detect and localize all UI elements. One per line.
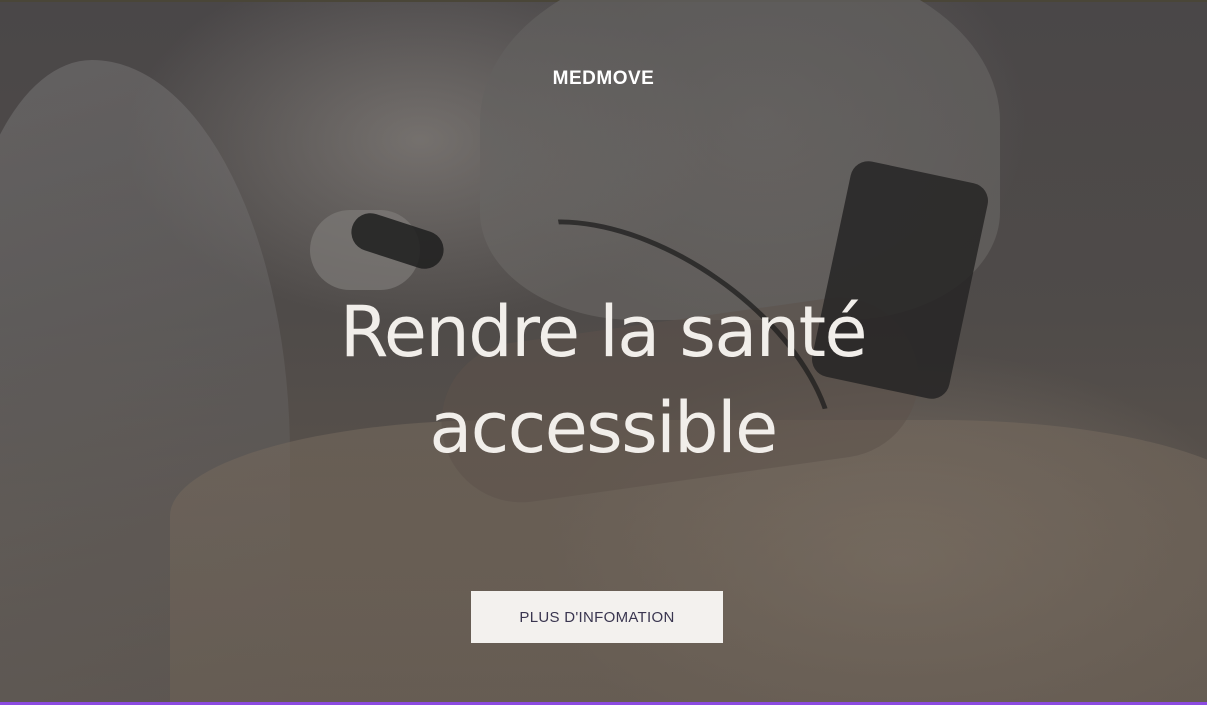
headline-line-1: Rendre la santé <box>339 291 868 373</box>
brand-logo[interactable]: MEDMOVE <box>0 68 1207 90</box>
headline-line-2: accessible <box>429 387 778 469</box>
hero-section: MEDMOVE Rendre la santé accessible PLUS … <box>0 0 1207 705</box>
more-info-button[interactable]: PLUS D'INFOMATION <box>471 591 723 643</box>
hero-headline: Rendre la santé accessible <box>253 284 953 476</box>
